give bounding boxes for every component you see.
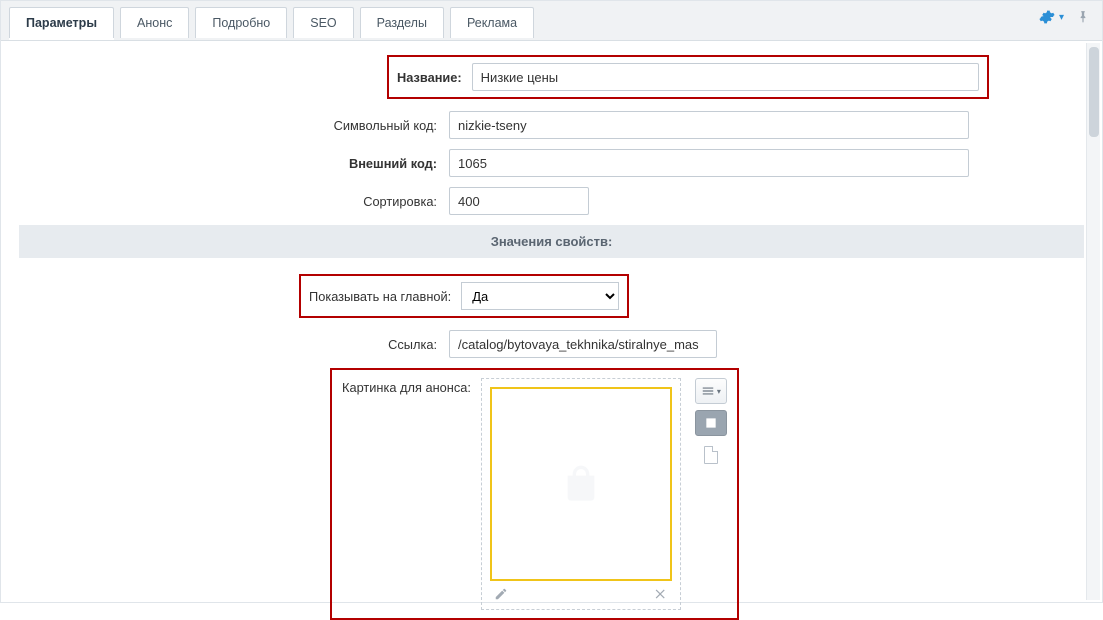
sort-label: Сортировка: [19, 194, 449, 209]
bag-placeholder-icon [561, 464, 601, 504]
name-input[interactable] [472, 63, 979, 91]
close-icon[interactable] [654, 587, 668, 601]
tab-detail[interactable]: Подробно [195, 7, 287, 38]
tab-ads[interactable]: Реклама [450, 7, 534, 38]
header-actions: ▾ [1039, 9, 1090, 25]
showhome-highlight: Показывать на главной: Да [299, 274, 629, 318]
image-side-buttons: ▾ [695, 378, 727, 464]
tab-parameters[interactable]: Параметры [9, 7, 114, 38]
tab-sections[interactable]: Разделы [360, 7, 444, 38]
scrollbar-thumb[interactable] [1089, 47, 1099, 137]
pencil-icon[interactable] [494, 587, 508, 601]
tab-seo[interactable]: SEO [293, 7, 353, 38]
name-label: Название: [397, 70, 462, 85]
image-icon [704, 416, 718, 430]
admin-edit-panel: Параметры Анонс Подробно SEO Разделы Рек… [0, 0, 1103, 603]
menu-button[interactable]: ▾ [695, 378, 727, 404]
image-view-button[interactable] [695, 410, 727, 436]
file-icon [704, 446, 718, 464]
form-body: Название: Символьный код: Внешний код: С… [1, 41, 1102, 620]
menu-icon [701, 384, 715, 398]
preview-pic-label: Картинка для анонса: [342, 378, 471, 395]
showhome-select[interactable]: Да [461, 282, 619, 310]
link-label: Ссылка: [19, 337, 449, 352]
name-field-highlight: Название: [387, 55, 989, 99]
tab-announce[interactable]: Анонс [120, 7, 189, 38]
props-section-header: Значения свойств: [19, 225, 1084, 258]
code-label: Символьный код: [19, 118, 449, 133]
image-dropzone[interactable] [481, 378, 681, 610]
xmlid-label: Внешний код: [19, 156, 449, 171]
file-button[interactable] [695, 442, 727, 464]
vertical-scrollbar[interactable] [1086, 43, 1100, 600]
sort-input[interactable] [449, 187, 589, 215]
tabs-bar: Параметры Анонс Подробно SEO Разделы Рек… [1, 1, 1102, 41]
image-thumbnail[interactable] [490, 387, 672, 581]
showhome-label: Показывать на главной: [309, 289, 451, 304]
preview-pic-highlight: Картинка для анонса: ▾ [330, 368, 739, 620]
xmlid-input[interactable] [449, 149, 969, 177]
pin-icon[interactable] [1076, 10, 1090, 24]
link-input[interactable] [449, 330, 717, 358]
gear-icon[interactable] [1039, 9, 1055, 25]
code-input[interactable] [449, 111, 969, 139]
dropzone-footer [490, 581, 672, 601]
